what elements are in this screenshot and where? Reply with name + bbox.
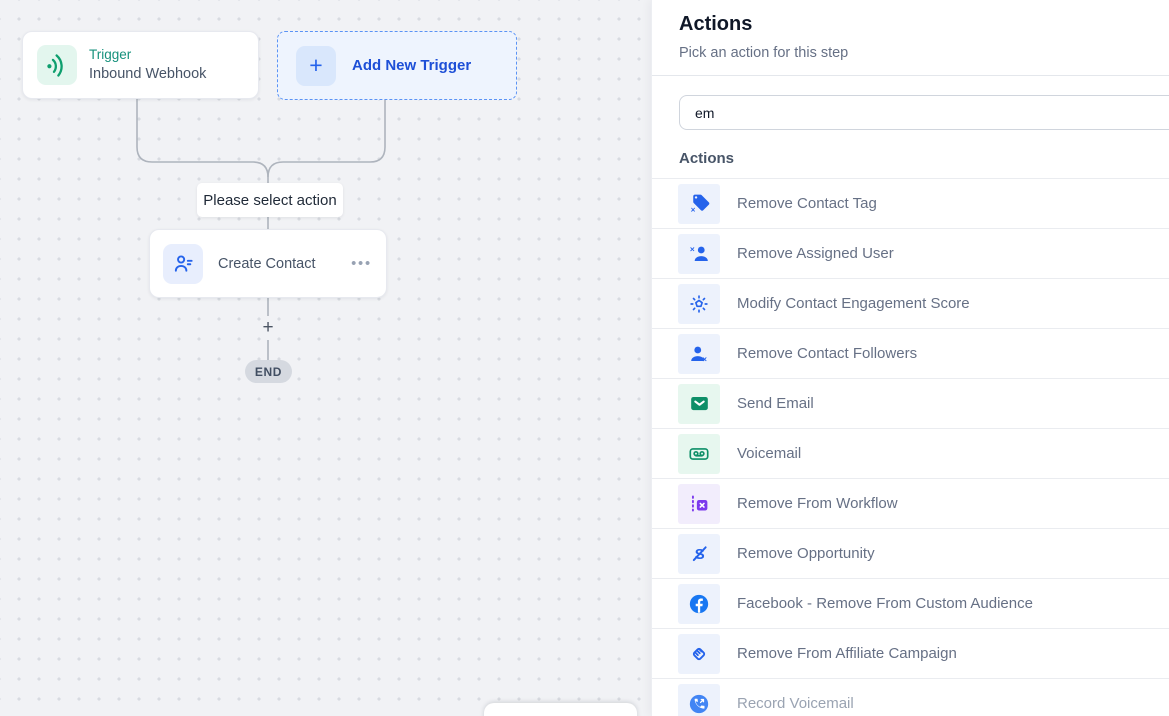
action-list-item[interactable]: Modify Contact Engagement Score xyxy=(652,279,1169,329)
record-voicemail-icon xyxy=(678,684,720,716)
user-remove-icon: × xyxy=(678,234,720,274)
node-options-menu[interactable]: ••• xyxy=(351,254,372,270)
followers-remove-icon: × xyxy=(678,334,720,374)
action-item-label: Remove Opportunity xyxy=(737,545,875,562)
actions-section-header: Actions xyxy=(679,150,1169,167)
handshake-icon xyxy=(678,634,720,674)
action-item-label: Remove Assigned User xyxy=(737,245,894,262)
add-step-button[interactable]: + xyxy=(256,316,280,340)
action-list-item[interactable]: Remove From Affiliate Campaign xyxy=(652,629,1169,679)
action-search-input[interactable] xyxy=(679,95,1169,130)
action-item-label: Facebook - Remove From Custom Audience xyxy=(737,595,1033,612)
action-list-item[interactable]: Facebook - Remove From Custom Audience xyxy=(652,579,1169,629)
plus-icon: + xyxy=(296,46,336,86)
action-list-item[interactable]: Send Email xyxy=(652,379,1169,429)
canvas-controls-partial[interactable] xyxy=(484,703,637,716)
action-list-item[interactable]: Voicemail xyxy=(652,429,1169,479)
create-contact-node[interactable]: Create Contact ••• xyxy=(149,229,387,298)
actions-list: × Remove Contact Tag × Remove Assigned User… xyxy=(652,178,1169,716)
action-item-label: Modify Contact Engagement Score xyxy=(737,295,970,312)
action-list-item[interactable]: S Remove Opportunity xyxy=(652,529,1169,579)
add-new-trigger-label: Add New Trigger xyxy=(352,57,471,74)
action-list-item[interactable]: × Remove Contact Followers xyxy=(652,329,1169,379)
create-contact-label: Create Contact xyxy=(218,256,316,272)
panel-subtitle: Pick an action for this step xyxy=(679,45,1169,61)
workflow-canvas[interactable]: Trigger Inbound Webhook + Add New Trigge… xyxy=(0,0,651,716)
trigger-node-title: Trigger xyxy=(89,47,206,64)
action-list-item[interactable]: Record Voicemail xyxy=(652,679,1169,716)
workflow-remove-icon xyxy=(678,484,720,524)
action-item-label: Remove From Affiliate Campaign xyxy=(737,645,957,662)
engagement-score-icon xyxy=(678,284,720,324)
trigger-node[interactable]: Trigger Inbound Webhook xyxy=(22,31,259,99)
action-item-label: Voicemail xyxy=(737,445,801,462)
please-select-action-label: Please select action xyxy=(197,183,343,217)
action-list-item[interactable]: × Remove Contact Tag xyxy=(652,179,1169,229)
action-item-label: Remove From Workflow xyxy=(737,495,898,512)
action-list-item[interactable]: × Remove Assigned User xyxy=(652,229,1169,279)
voicemail-icon xyxy=(678,434,720,474)
add-new-trigger-button[interactable]: + Add New Trigger xyxy=(277,31,517,100)
action-item-label: Send Email xyxy=(737,395,814,412)
action-list-item[interactable]: Remove From Workflow xyxy=(652,479,1169,529)
user-list-icon xyxy=(163,244,203,284)
actions-panel: Actions Pick an action for this step Act… xyxy=(651,0,1169,716)
svg-text:×: × xyxy=(690,206,695,214)
action-item-label: Record Voicemail xyxy=(737,695,854,712)
action-item-label: Remove Contact Tag xyxy=(737,195,877,212)
panel-title: Actions xyxy=(679,13,1169,36)
tag-remove-icon: × xyxy=(678,184,720,224)
opportunity-remove-icon: S xyxy=(678,534,720,574)
svg-text:×: × xyxy=(702,354,707,364)
facebook-icon xyxy=(678,584,720,624)
end-badge: END xyxy=(245,360,292,383)
connector-lines xyxy=(0,0,651,716)
action-item-label: Remove Contact Followers xyxy=(737,345,917,362)
trigger-node-subtitle: Inbound Webhook xyxy=(89,65,206,83)
actions-panel-header: Actions Pick an action for this step xyxy=(652,0,1169,76)
svg-text:×: × xyxy=(689,244,694,254)
email-icon xyxy=(678,384,720,424)
webhook-icon xyxy=(37,45,77,85)
